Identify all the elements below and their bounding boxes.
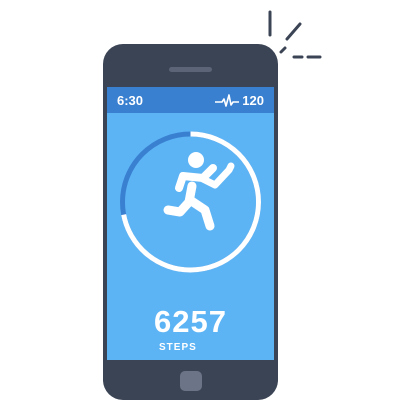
status-bar: 6:30 120 — [107, 87, 274, 113]
phone-screen: 6:30 120 6257 STEPS — [107, 87, 274, 360]
smartphone: 6:30 120 6257 STEPS — [103, 44, 278, 400]
heart-rate-value: 120 — [242, 93, 264, 108]
status-time: 6:30 — [117, 93, 144, 108]
illustration: 6:30 120 6257 STEPS — [0, 0, 420, 420]
phone-speaker — [169, 67, 212, 72]
progress-ring — [107, 122, 274, 282]
running-person-icon — [163, 152, 235, 231]
steps-label: STEPS — [159, 342, 197, 353]
heart-rate-readout: 120 — [215, 93, 264, 108]
steps-count: 6257 — [154, 304, 227, 339]
home-button[interactable] — [180, 371, 202, 391]
pulse-icon — [215, 93, 240, 107]
